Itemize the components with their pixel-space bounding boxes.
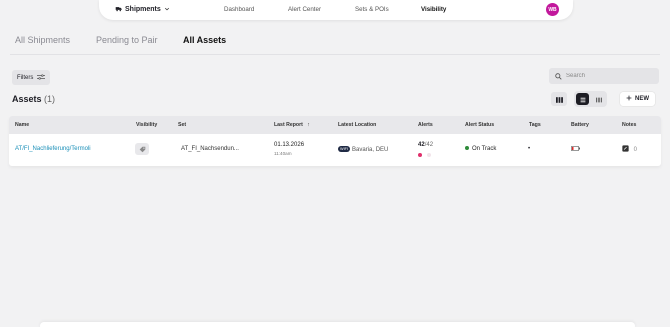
sliders-icon xyxy=(37,74,46,82)
filters-button[interactable]: Filters xyxy=(12,70,51,85)
asset-name-link[interactable]: AT/FI_Nachlieferung/Termoli xyxy=(15,146,91,152)
new-label: NEW xyxy=(635,96,649,102)
list-icon xyxy=(580,90,586,108)
notes-icon xyxy=(622,145,631,153)
battery-low-icon xyxy=(571,146,580,153)
search-box[interactable] xyxy=(549,68,659,84)
wifi-badge: WIFI xyxy=(338,146,351,152)
bottom-panel-edge xyxy=(40,322,635,327)
col-header-notes[interactable]: Notes xyxy=(622,122,636,128)
nav-link-alert-center[interactable]: Alert Center xyxy=(288,6,321,13)
list-view-button[interactable] xyxy=(576,93,589,105)
last-report-time: 11:40am xyxy=(274,151,292,156)
assets-count: (1) xyxy=(44,94,56,104)
alert-status: On Track xyxy=(465,146,496,152)
shipments-dropdown[interactable]: Shipments xyxy=(115,5,170,14)
tab-all-assets[interactable]: All Assets xyxy=(183,35,226,45)
col-header-name[interactable]: Name xyxy=(15,122,29,128)
col-header-latest-location[interactable]: Latest Location xyxy=(338,122,376,128)
col-header-tags[interactable]: Tags xyxy=(529,122,541,128)
visibility-indicator xyxy=(135,143,149,155)
col-header-alert-status[interactable]: Alert Status xyxy=(465,122,494,128)
alerts-count: 42/42 xyxy=(418,142,433,148)
location-text: Bavaria, DEU xyxy=(352,147,389,153)
tag-icon xyxy=(139,140,146,158)
columns-button[interactable] xyxy=(551,92,567,106)
tabs-divider xyxy=(10,54,660,55)
alert-dot-icon xyxy=(426,153,431,157)
tab-all-shipments[interactable]: All Shipments xyxy=(15,35,70,45)
columns-icon xyxy=(555,90,563,108)
nav-link-dashboard[interactable]: Dashboard xyxy=(224,6,254,13)
col-header-set[interactable]: Set xyxy=(178,122,186,128)
assets-title: Assets xyxy=(12,94,42,104)
alert-status-label: On Track xyxy=(472,146,497,152)
search-icon xyxy=(555,67,562,85)
notes-count: 0 xyxy=(633,147,638,153)
shipments-dropdown-label: Shipments xyxy=(125,6,161,13)
nav-link-visibility[interactable]: Visibility xyxy=(421,6,446,13)
plus-icon xyxy=(626,95,632,103)
alerts-total: /42 xyxy=(424,142,434,148)
user-avatar[interactable]: WB xyxy=(546,3,559,16)
grid-view-button[interactable] xyxy=(592,93,605,105)
sort-arrow-icon: ↑ xyxy=(307,122,310,128)
grid-icon xyxy=(595,90,602,108)
alert-dots xyxy=(418,153,431,159)
assets-table: Name Visibility Set Last Report ↑ Latest… xyxy=(9,116,661,166)
last-report-date: 01.13.2026 xyxy=(274,142,305,148)
filters-label: Filters xyxy=(17,74,34,81)
col-header-battery[interactable]: Battery xyxy=(571,122,589,128)
status-dot-icon xyxy=(465,146,469,150)
tags-cell: • xyxy=(528,146,531,152)
assets-heading: Assets (1) xyxy=(12,94,55,104)
alert-dot-icon xyxy=(418,153,422,157)
col-header-visibility[interactable]: Visibility xyxy=(136,122,157,128)
nav-link-sets-pois[interactable]: Sets & POIs xyxy=(355,6,389,13)
latest-location: WIFI Bavaria, DEU xyxy=(338,146,388,153)
new-button[interactable]: NEW xyxy=(620,92,655,106)
alerts-active: 42 xyxy=(418,142,425,148)
truck-icon xyxy=(115,5,122,14)
notes-cell[interactable]: 0 xyxy=(622,145,637,153)
col-header-last-report[interactable]: Last Report ↑ xyxy=(274,122,310,128)
top-nav: Shipments Dashboard Alert Center Sets & … xyxy=(99,0,573,20)
asset-set: AT_FI_Nachsendun... xyxy=(181,146,239,152)
chevron-down-icon xyxy=(164,6,170,14)
table-header: Name Visibility Set Last Report ↑ Latest… xyxy=(9,116,661,134)
col-header-alerts[interactable]: Alerts xyxy=(418,122,433,128)
search-input[interactable] xyxy=(566,73,656,79)
tab-pending-to-pair[interactable]: Pending to Pair xyxy=(96,35,158,45)
view-toggle xyxy=(574,91,607,107)
